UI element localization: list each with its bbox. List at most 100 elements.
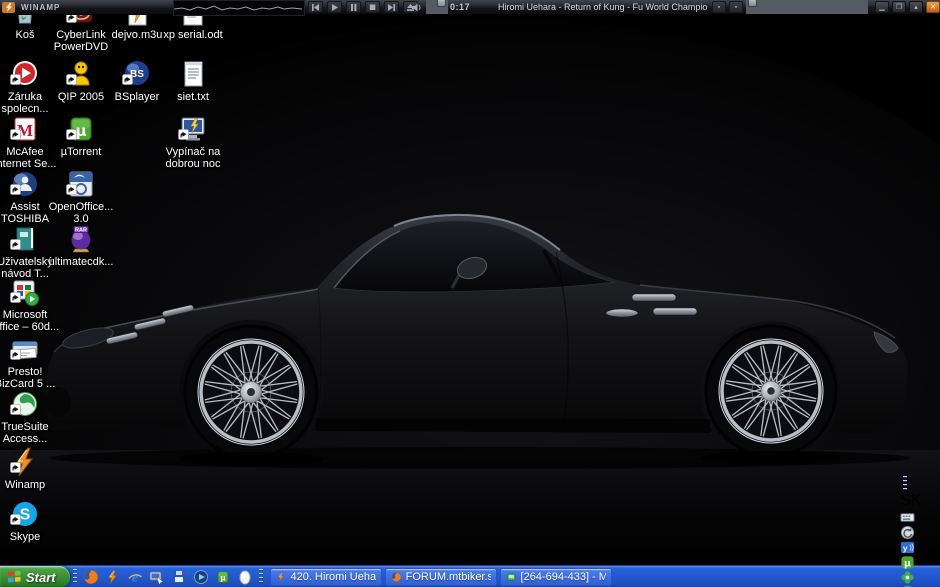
task-button-3[interactable]: [264-694-433] - Mess... — [500, 568, 612, 586]
desktop-icon-vypinac[interactable]: Vypínač na dobrou noc — [158, 113, 228, 170]
tray-keyboard-icon[interactable] — [900, 510, 940, 525]
start-label: Start — [26, 570, 56, 585]
desktop-icon-label: Winamp — [0, 479, 60, 491]
shortcut-arrow-icon — [10, 512, 21, 530]
firefox-icon — [391, 570, 402, 584]
desktop-icon-presto-bizcard[interactable]: Presto! BizCard 5 ... — [0, 333, 60, 390]
task-button-2[interactable]: FORUM.mtbiker.sk • ... — [385, 568, 497, 586]
tray-updater-icon[interactable] — [900, 525, 940, 540]
shortcut-arrow-icon — [10, 182, 21, 200]
winamp-info-button[interactable]: ▪ — [712, 1, 726, 13]
bizcard-icon — [9, 333, 41, 365]
shade-button[interactable]: ▴ — [909, 1, 923, 13]
tray-qip-flower-icon[interactable] — [900, 570, 940, 585]
desktop-icon-utorrent[interactable]: µ µTorrent — [46, 113, 116, 158]
seek-slider[interactable] — [746, 0, 868, 14]
shortcut-arrow-icon — [178, 127, 189, 145]
language-indicator[interactable]: SK — [900, 492, 921, 509]
desktop-icon-label: ultimatecdk... — [46, 256, 116, 268]
svg-text:µ: µ — [904, 558, 911, 569]
quick-launch-show-desktop-icon[interactable] — [148, 568, 166, 586]
stop-button[interactable] — [365, 1, 380, 13]
restore-button[interactable]: ❐ — [892, 1, 906, 13]
quick-launch-grip[interactable] — [73, 569, 77, 585]
quick-launch-media-player-icon[interactable] — [192, 568, 210, 586]
winamp-logo-icon — [2, 0, 15, 14]
winamp-window-buttons: ▁❐▴✕ — [875, 0, 940, 14]
quick-launch-ie-icon[interactable]: e — [126, 568, 144, 586]
desktop-icon-label: µTorrent — [46, 146, 116, 158]
quick-launch-firefox-icon[interactable] — [82, 568, 100, 586]
elapsed-time: 0:17 — [450, 0, 470, 14]
play-button[interactable] — [327, 1, 342, 13]
tray-bluetooth-audio-icon[interactable]: y — [900, 540, 940, 555]
quick-launch-floppy-icon[interactable] — [170, 568, 188, 586]
taskband-grip[interactable] — [259, 569, 263, 585]
shortcut-arrow-icon — [10, 460, 21, 478]
task-button-label: 420. Hiromi Uehara - ... — [290, 571, 376, 583]
text-file-icon — [177, 58, 209, 90]
volume-icon — [412, 0, 422, 14]
tray-icons: yµM — [900, 510, 940, 587]
bsplayer-icon: BS — [121, 58, 153, 90]
desktop-icon-siet-txt[interactable]: siet.txt — [158, 58, 228, 103]
remote-green-icon — [506, 570, 517, 584]
shortcut-arrow-icon — [122, 72, 133, 90]
desktop-icon-ultimatecdk[interactable]: RAR ultimatecdk... — [46, 223, 116, 268]
previous-button[interactable] — [308, 1, 323, 13]
shortcut-arrow-icon — [10, 72, 21, 90]
desktop-icon-winamp[interactable]: Winamp — [0, 446, 60, 491]
track-title: Hiromi Uehara - Return of Kung - Fu Worl… — [498, 0, 708, 14]
winamp-transport-controls — [308, 0, 418, 14]
winamp-bolt-icon — [276, 570, 286, 584]
start-button[interactable]: Start — [0, 566, 70, 587]
desktop-icon-label: Microsoft Office – 60d... — [0, 309, 60, 333]
shortcut-arrow-icon — [10, 347, 21, 365]
windows-flag-icon — [7, 570, 22, 584]
tray-utorrent-tray-icon[interactable]: µ — [900, 555, 940, 570]
winamp-visualization[interactable] — [173, 0, 305, 16]
desktop-icon-truesuite[interactable]: TrueSuite Access... — [0, 388, 60, 445]
shortcut-arrow-icon — [10, 127, 21, 145]
minimize-button[interactable]: ▁ — [875, 1, 889, 13]
winamp-bolt-icon — [9, 446, 41, 478]
desktop-icon-skype[interactable]: S Skype — [0, 498, 60, 543]
desktop-icon-openoffice[interactable]: OpenOffice... 3.0 — [46, 168, 116, 225]
quick-launch-qip-icon[interactable] — [236, 568, 254, 586]
shortcut-arrow-icon — [66, 127, 77, 145]
winamp-vis-button[interactable]: ▪ — [729, 1, 743, 13]
svg-text:µ: µ — [220, 574, 226, 583]
office-trial-icon — [9, 276, 41, 308]
quick-launch-winamp-icon[interactable] — [104, 568, 122, 586]
desktop-icon-label: Vypínač na dobrou noc — [158, 146, 228, 170]
truesuite-icon — [9, 388, 41, 420]
desktop-icon-label: Skype — [0, 531, 60, 543]
close-button[interactable]: ✕ — [926, 1, 940, 13]
task-button-1[interactable]: 420. Hiromi Uehara - ... — [270, 568, 382, 586]
svg-text:RAR: RAR — [75, 228, 87, 234]
rar-archive-icon: RAR — [65, 223, 97, 255]
pause-button[interactable] — [346, 1, 361, 13]
svg-text:µ: µ — [75, 122, 86, 140]
task-button-label: [264-694-433] - Mess... — [521, 571, 606, 583]
winamp-shade-bar[interactable]: WINAMP 0:17 Hiromi Uehara - Return of Ku… — [0, 0, 940, 15]
qip-icon — [65, 58, 97, 90]
next-button[interactable] — [384, 1, 399, 13]
desktop-icon-label: xp serial.odt — [158, 29, 228, 41]
svg-text:e: e — [132, 570, 138, 585]
shortcut-arrow-icon — [66, 72, 77, 90]
svg-text:y: y — [903, 543, 908, 553]
desktop-icon-label: OpenOffice... 3.0 — [46, 201, 116, 225]
desktop-icon-ms-office-trial[interactable]: Microsoft Office – 60d... — [0, 276, 60, 333]
quick-launch-utorrent-icon[interactable]: µ — [214, 568, 232, 586]
shortcut-arrow-icon — [10, 237, 21, 255]
task-buttons: 420. Hiromi Uehara - ... FORUM.mtbiker.sk… — [270, 568, 900, 586]
tray-grip[interactable] — [903, 476, 907, 492]
volume-slider[interactable] — [426, 0, 448, 14]
winamp-app-label: WINAMP — [21, 0, 60, 14]
openoffice-icon — [65, 168, 97, 200]
media-red-play-icon — [9, 58, 41, 90]
desktop-icon-label: siet.txt — [158, 91, 228, 103]
system-tray: SK yµM 12:01 — [900, 476, 940, 587]
svg-text:S: S — [20, 507, 31, 524]
